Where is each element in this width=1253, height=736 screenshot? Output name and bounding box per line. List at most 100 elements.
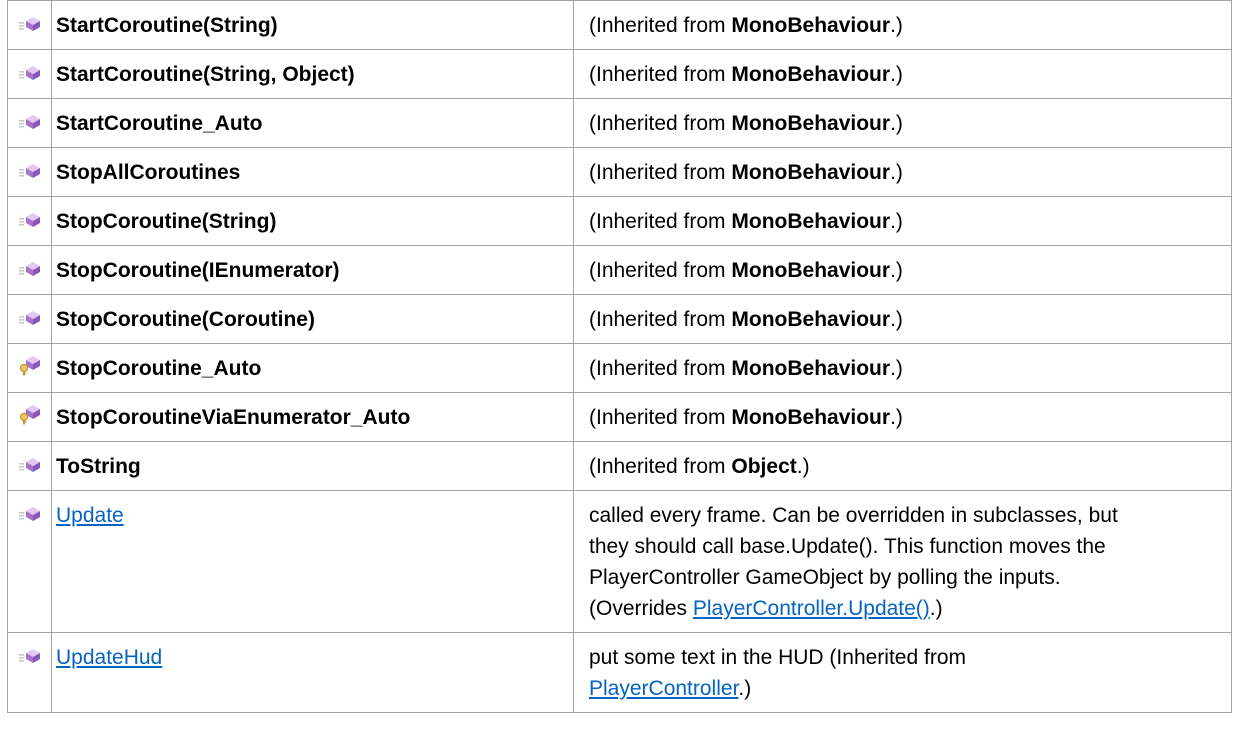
public-method-icon bbox=[18, 13, 41, 36]
inherited-from-link[interactable]: PlayerController bbox=[589, 677, 738, 700]
inherited-prefix: (Inherited from bbox=[589, 14, 732, 37]
name-cell: StopCoroutine(Coroutine) bbox=[51, 294, 574, 344]
inherited-suffix: .) bbox=[890, 63, 903, 86]
public-method-icon bbox=[18, 454, 41, 477]
description-cell: (Inherited from MonoBehaviour.) bbox=[573, 196, 1232, 246]
inherited-suffix: .) bbox=[890, 161, 903, 184]
overrides-suffix: .) bbox=[929, 597, 943, 620]
public-method-icon bbox=[18, 62, 41, 85]
description-cell: (Inherited from MonoBehaviour.) bbox=[573, 245, 1232, 295]
table-row: StartCoroutine(String) (Inherited from M… bbox=[7, 0, 1232, 50]
inherited-suffix: .) bbox=[890, 406, 903, 429]
name-cell: StopCoroutine_Auto bbox=[51, 343, 574, 393]
member-name[interactable]: ToString bbox=[56, 455, 141, 478]
name-cell: ToString bbox=[51, 441, 574, 491]
public-method-icon bbox=[18, 111, 41, 134]
inherited-prefix: (Inherited from bbox=[589, 210, 732, 233]
table-row: StopCoroutineViaEnumerator_Auto (Inherit… bbox=[7, 392, 1232, 442]
table-row: StartCoroutine(String, Object) (Inherite… bbox=[7, 49, 1232, 99]
description-cell: (Inherited from MonoBehaviour.) bbox=[573, 392, 1232, 442]
icon-cell bbox=[7, 0, 52, 50]
member-name[interactable]: StartCoroutine_Auto bbox=[56, 112, 263, 135]
public-method-icon bbox=[18, 209, 41, 232]
description-line: PlayerController GameObject by polling t… bbox=[589, 566, 1061, 589]
inherited-suffix: .) bbox=[890, 259, 903, 282]
members-table: StartCoroutine(String) (Inherited from M… bbox=[7, 0, 1232, 713]
name-cell: StopCoroutineViaEnumerator_Auto bbox=[51, 392, 574, 442]
description-cell: (Inherited from MonoBehaviour.) bbox=[573, 49, 1232, 99]
icon-cell bbox=[7, 392, 52, 442]
protected-method-icon bbox=[19, 356, 41, 381]
inherited-suffix: .) bbox=[738, 677, 752, 700]
icon-cell bbox=[7, 98, 52, 148]
name-cell: StartCoroutine(String, Object) bbox=[51, 49, 574, 99]
inherited-suffix: .) bbox=[890, 210, 903, 233]
inherited-from-class: MonoBehaviour bbox=[731, 308, 891, 331]
description-cell: (Inherited from MonoBehaviour.) bbox=[573, 98, 1232, 148]
member-name[interactable]: StopCoroutine(Coroutine) bbox=[56, 308, 315, 331]
table-row: StopCoroutine(Coroutine) (Inherited from… bbox=[7, 294, 1232, 344]
public-method-icon bbox=[18, 645, 41, 668]
update-link[interactable]: Update bbox=[56, 504, 124, 527]
member-name[interactable]: StopCoroutine(IEnumerator) bbox=[56, 259, 340, 282]
name-cell: StartCoroutine_Auto bbox=[51, 98, 574, 148]
member-name[interactable]: StartCoroutine(String, Object) bbox=[56, 63, 355, 86]
icon-cell bbox=[7, 147, 52, 197]
inherited-prefix: (Inherited from bbox=[589, 455, 732, 478]
inherited-from-class: MonoBehaviour bbox=[731, 406, 891, 429]
updatehud-link[interactable]: UpdateHud bbox=[56, 646, 162, 669]
description-cell: (Inherited from MonoBehaviour.) bbox=[573, 343, 1232, 393]
icon-cell bbox=[7, 632, 52, 713]
icon-cell bbox=[7, 196, 52, 246]
table-row: StopCoroutine(String) (Inherited from Mo… bbox=[7, 196, 1232, 246]
inherited-from-class: MonoBehaviour bbox=[731, 112, 891, 135]
public-method-icon bbox=[18, 160, 41, 183]
icon-cell bbox=[7, 294, 52, 344]
name-cell: Update bbox=[51, 490, 574, 633]
name-cell: StartCoroutine(String) bbox=[51, 0, 574, 50]
member-name[interactable]: StopCoroutine(String) bbox=[56, 210, 276, 233]
member-name[interactable]: StopCoroutineViaEnumerator_Auto bbox=[56, 406, 410, 429]
inherited-suffix: .) bbox=[890, 14, 903, 37]
name-cell: UpdateHud bbox=[51, 632, 574, 713]
inherited-prefix: (Inherited from bbox=[589, 259, 732, 282]
member-name[interactable]: StopCoroutine_Auto bbox=[56, 357, 261, 380]
inherited-from-class: MonoBehaviour bbox=[731, 63, 891, 86]
table-row: UpdateHud put some text in the HUD (Inhe… bbox=[7, 632, 1232, 713]
inherited-prefix: (Inherited from bbox=[589, 357, 732, 380]
table-row: StopCoroutine_Auto (Inherited from MonoB… bbox=[7, 343, 1232, 393]
inherited-prefix: (Inherited from bbox=[589, 63, 732, 86]
protected-method-icon bbox=[19, 405, 41, 430]
icon-cell bbox=[7, 490, 52, 633]
inherited-from-class: MonoBehaviour bbox=[731, 357, 891, 380]
inherited-suffix: .) bbox=[796, 455, 810, 478]
description-line: they should call base.Update(). This fun… bbox=[589, 535, 1106, 558]
table-row: StartCoroutine_Auto (Inherited from Mono… bbox=[7, 98, 1232, 148]
public-method-icon bbox=[18, 307, 41, 330]
description-cell: (Inherited from MonoBehaviour.) bbox=[573, 147, 1232, 197]
inherited-suffix: .) bbox=[890, 112, 903, 135]
description-cell: put some text in the HUD (Inherited from… bbox=[573, 632, 1232, 713]
description-line: put some text in the HUD (Inherited from bbox=[589, 646, 966, 669]
table-row: StopCoroutine(IEnumerator) (Inherited fr… bbox=[7, 245, 1232, 295]
inherited-prefix: (Inherited from bbox=[589, 112, 732, 135]
table-row: Update called every frame. Can be overri… bbox=[7, 490, 1232, 633]
inherited-suffix: .) bbox=[890, 357, 903, 380]
inherited-prefix: (Inherited from bbox=[589, 406, 732, 429]
member-name[interactable]: StopAllCoroutines bbox=[56, 161, 240, 184]
inherited-prefix: (Inherited from bbox=[589, 161, 732, 184]
description-line: called every frame. Can be overridden in… bbox=[589, 504, 1118, 527]
overrides-link[interactable]: PlayerController.Update() bbox=[693, 597, 930, 620]
public-method-icon bbox=[18, 258, 41, 281]
inherited-from-class: MonoBehaviour bbox=[731, 259, 891, 282]
name-cell: StopAllCoroutines bbox=[51, 147, 574, 197]
member-name[interactable]: StartCoroutine(String) bbox=[56, 14, 278, 37]
name-cell: StopCoroutine(String) bbox=[51, 196, 574, 246]
description-cell: called every frame. Can be overridden in… bbox=[573, 490, 1232, 633]
description-cell: (Inherited from MonoBehaviour.) bbox=[573, 294, 1232, 344]
inherited-prefix: (Inherited from bbox=[589, 308, 732, 331]
name-cell: StopCoroutine(IEnumerator) bbox=[51, 245, 574, 295]
inherited-suffix: .) bbox=[890, 308, 903, 331]
inherited-from-class: Object bbox=[731, 455, 797, 478]
icon-cell bbox=[7, 343, 52, 393]
